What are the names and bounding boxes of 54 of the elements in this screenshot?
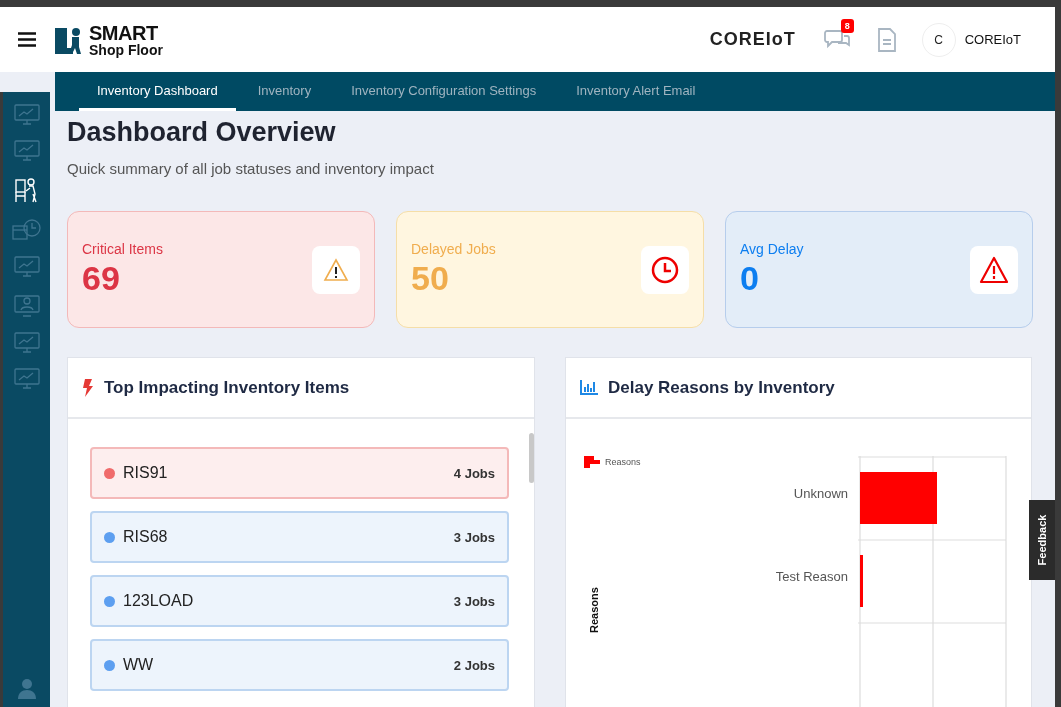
support-agent-icon[interactable] xyxy=(16,677,37,699)
tab[interactable]: Inventory Alert Email xyxy=(558,72,714,111)
clock-icon xyxy=(650,254,680,285)
item-name: 123LOAD xyxy=(123,592,195,610)
user-name: COREIoT xyxy=(964,32,1021,47)
inventory-item[interactable]: RIS68 3 Jobs xyxy=(90,511,509,563)
axis-label: Reasons xyxy=(588,587,600,633)
chat-button[interactable] xyxy=(823,28,850,51)
panel-title: Top Impacting Inventory Items xyxy=(104,377,350,398)
inventory-item[interactable]: WW 2 Jobs xyxy=(90,639,509,691)
job-count: 4 Jobs xyxy=(453,465,495,481)
monitor-chart-icon[interactable] xyxy=(13,140,40,162)
panel-title: Delay Reasons by Inventory xyxy=(608,377,835,398)
bar-chart-icon xyxy=(580,380,598,395)
inventory-item[interactable]: 123LOAD 3 Jobs xyxy=(90,575,509,627)
stat-value: 50 xyxy=(411,259,450,298)
item-name: RIS68 xyxy=(123,528,169,546)
user-screen-icon[interactable] xyxy=(13,292,40,318)
brand-logo: COREIoT xyxy=(709,29,796,50)
stat-value: 0 xyxy=(740,259,760,298)
legend-swatch-icon xyxy=(584,456,600,468)
item-name: RIS91 xyxy=(123,464,169,482)
job-count: 3 Jobs xyxy=(453,593,495,609)
document-button[interactable] xyxy=(877,27,896,52)
logo-title: SMART xyxy=(89,22,159,43)
category-label: Unknown xyxy=(792,486,849,503)
page-title: Dashboard Overview xyxy=(67,117,337,148)
scrollbar-thumb[interactable] xyxy=(529,433,534,483)
legend-label: Reasons xyxy=(605,457,641,467)
warning-icon xyxy=(323,257,349,282)
inventory-item[interactable]: RIS91 4 Jobs xyxy=(90,447,509,499)
page-subtitle: Quick summary of all job statuses and inventory impact xyxy=(67,160,435,177)
lightning-icon xyxy=(82,378,94,397)
stat-value: 69 xyxy=(82,259,121,298)
tab[interactable]: Inventory xyxy=(239,72,330,111)
logo-subtitle: Shop Floor xyxy=(89,42,163,57)
category-label: Test Reason xyxy=(775,569,849,586)
job-count: 2 Jobs xyxy=(453,657,495,673)
monitor-chart-icon[interactable] xyxy=(13,332,40,354)
monitor-chart-icon[interactable] xyxy=(13,368,40,390)
stat-label: Delayed Jobs xyxy=(411,241,497,257)
monitor-chart-icon[interactable] xyxy=(13,104,40,126)
stat-label: Avg Delay xyxy=(740,241,805,257)
tab[interactable]: Inventory Configuration Settings xyxy=(333,72,555,111)
feedback-tab[interactable]: Feedback xyxy=(1029,500,1055,580)
monitor-chart-icon[interactable] xyxy=(13,256,40,278)
stat-label: Critical Items xyxy=(82,241,164,257)
warning-icon xyxy=(979,255,1009,284)
item-name: WW xyxy=(123,656,155,674)
notification-badge: 8 xyxy=(840,18,854,33)
calendar-clock-icon[interactable] xyxy=(11,218,42,242)
menu-icon[interactable] xyxy=(18,32,36,47)
job-count: 3 Jobs xyxy=(453,529,495,545)
tab[interactable]: Inventory Dashboard xyxy=(79,72,236,111)
